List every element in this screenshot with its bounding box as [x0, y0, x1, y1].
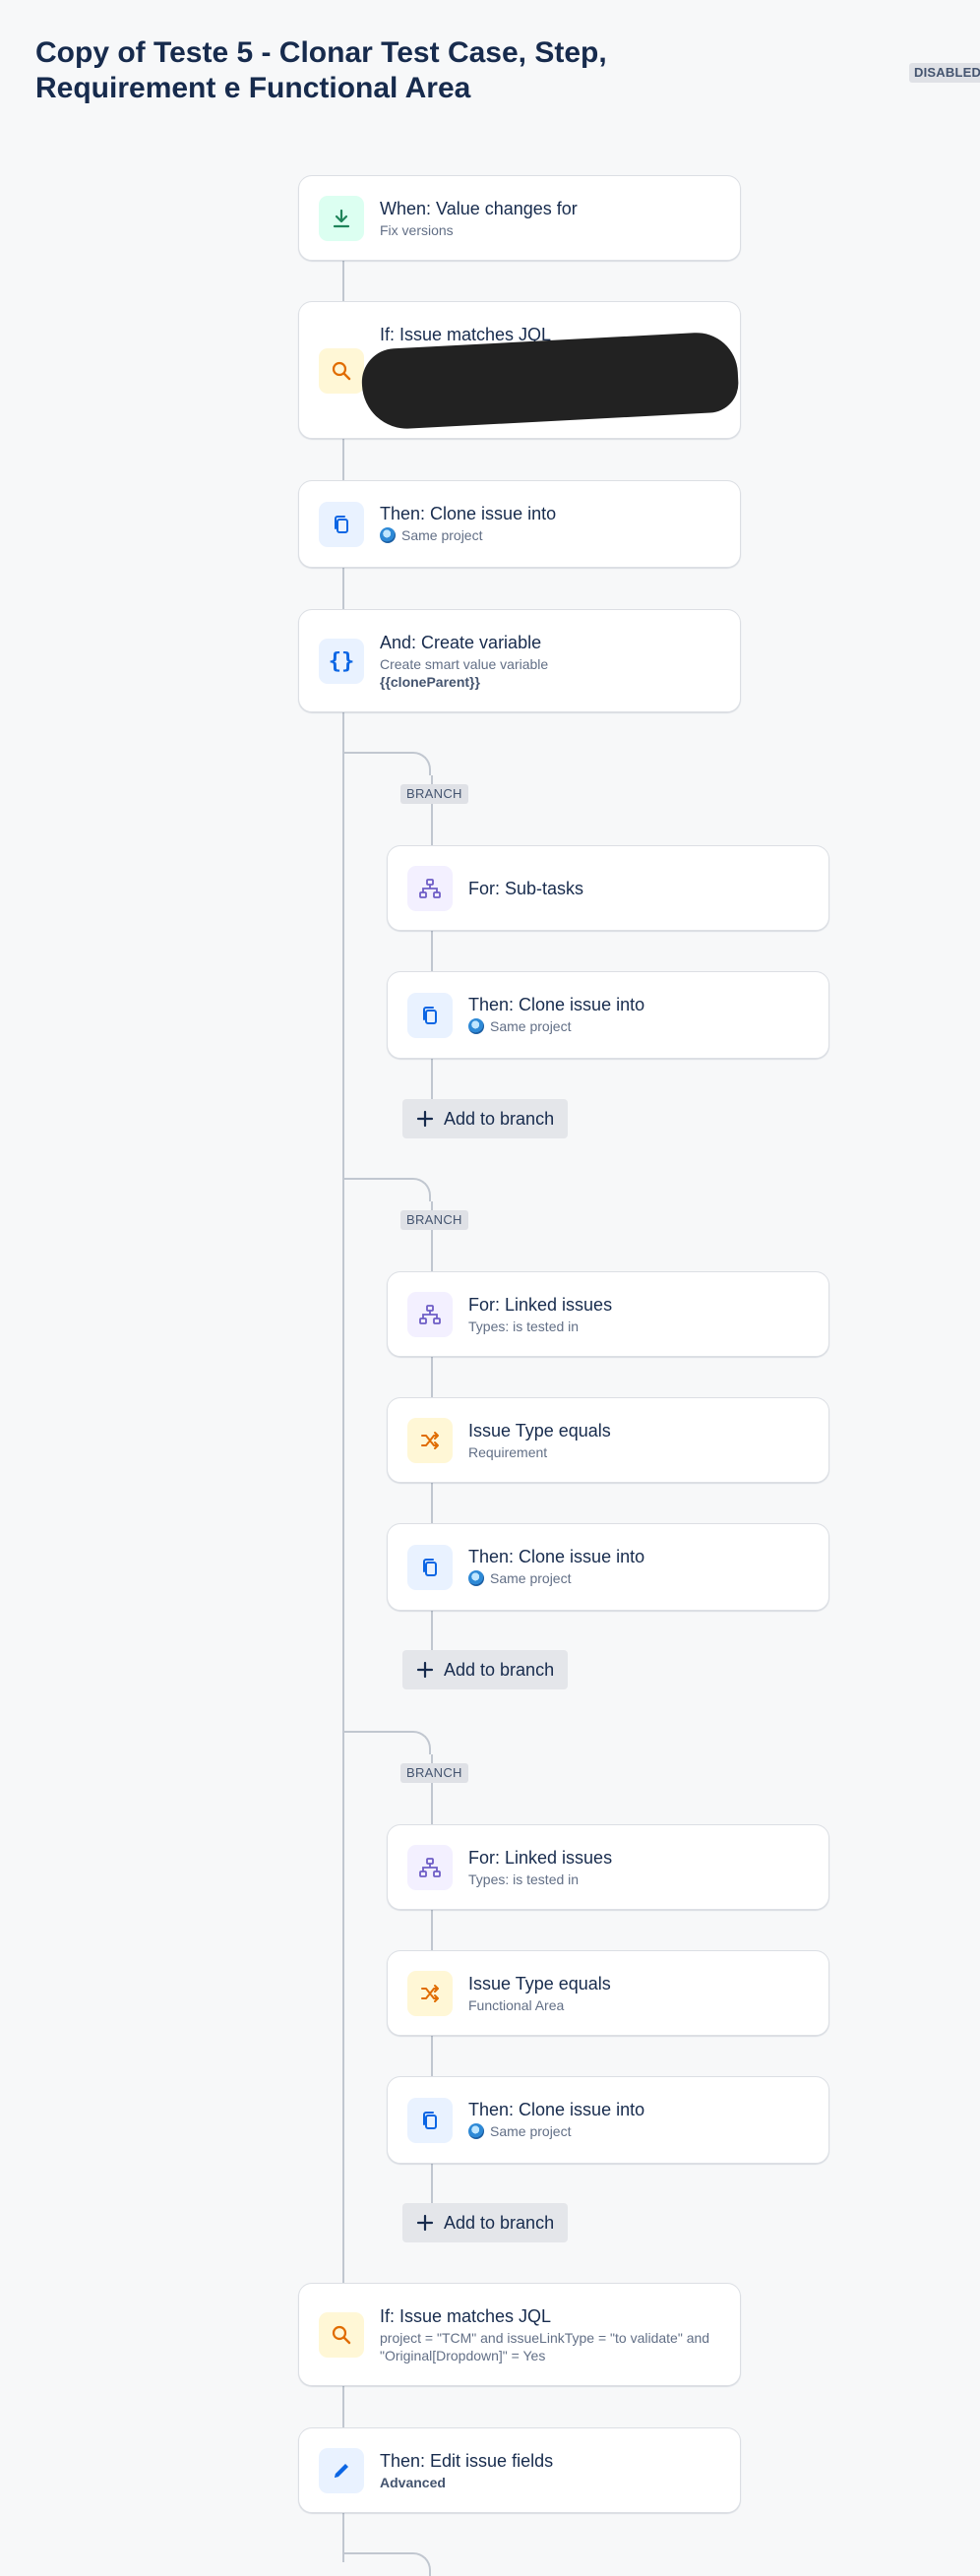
add-to-branch-button[interactable]: Add to branch — [402, 2203, 569, 2242]
add-to-branch-button[interactable]: Add to branch — [402, 1099, 569, 1138]
clone-subtitle: Same project — [401, 527, 483, 543]
branch-clone-card[interactable]: Then: Clone issue into Same project — [387, 2076, 829, 2164]
branch-4-curve — [344, 2552, 431, 2576]
edit-title: Then: Edit issue fields — [380, 2451, 554, 2471]
branch-clone-subtitle: Same project — [490, 1570, 572, 1586]
issue-type-condition-card[interactable]: Issue Type equals Requirement — [387, 1397, 829, 1483]
download-arrow-icon — [319, 196, 364, 241]
branch-1-curve — [344, 752, 431, 775]
issue-type-subtitle: Functional Area — [468, 1997, 565, 2013]
pencil-icon — [319, 2448, 364, 2493]
trigger-card[interactable]: When: Value changes for Fix versions — [298, 175, 741, 261]
branch-clone-title: Then: Clone issue into — [468, 1547, 645, 1566]
branch-for-title: For: Linked issues — [468, 1848, 613, 1868]
search-icon — [319, 2312, 364, 2358]
branch-label: BRANCH — [400, 1210, 468, 1230]
branch-for-subtitle: Types: is tested in — [468, 1319, 580, 1334]
add-to-branch-button[interactable]: Add to branch — [402, 1650, 569, 1689]
branch-clone-card[interactable]: Then: Clone issue into Same project — [387, 1523, 829, 1611]
branch-clone-title: Then: Clone issue into — [468, 995, 645, 1014]
clone-icon — [407, 993, 453, 1038]
variable-subtitle: Create smart value variable — [380, 656, 549, 672]
branch-clone-title: Then: Clone issue into — [468, 2100, 645, 2119]
project-avatar-icon — [468, 2123, 484, 2139]
trigger-subtitle: Fix versions — [380, 222, 454, 238]
clone-icon — [407, 1545, 453, 1590]
edit-fields-card[interactable]: Then: Edit issue fields Advanced — [298, 2427, 741, 2513]
clone-icon — [407, 2098, 453, 2143]
add-to-branch-label: Add to branch — [444, 1659, 555, 1680]
page-title: Copy of Teste 5 - Clonar Test Case, Step… — [35, 36, 607, 104]
branch-clone-subtitle: Same project — [490, 1018, 572, 1034]
branch-1-connector — [431, 775, 433, 1114]
main-connector — [342, 260, 344, 2562]
branch-for-subtitle: Types: is tested in — [468, 1871, 580, 1887]
issue-type-title: Issue Type equals — [468, 1421, 611, 1441]
clone-title: Then: Clone issue into — [380, 504, 557, 523]
condition-subtitle: project = "TCM" and issueLinkType = "to … — [380, 2330, 710, 2363]
issue-type-condition-card[interactable]: Issue Type equals Functional Area — [387, 1950, 829, 2036]
issue-type-subtitle: Requirement — [468, 1444, 548, 1460]
curly-braces-icon: {} — [319, 639, 364, 684]
plus-icon — [416, 2214, 434, 2232]
condition-jql-card[interactable]: If: Issue matches JQL project = "TCM" an… — [298, 2283, 741, 2386]
project-avatar-icon — [468, 1570, 484, 1586]
clone-icon — [319, 502, 364, 547]
plus-icon — [416, 1110, 434, 1128]
branch-2-curve — [344, 1178, 431, 1201]
hierarchy-icon — [407, 866, 453, 911]
branch-for-title: For: Linked issues — [468, 1295, 613, 1315]
branch-3-curve — [344, 1731, 431, 1754]
add-to-branch-label: Add to branch — [444, 1108, 555, 1129]
status-badge: DISABLED — [909, 63, 980, 83]
add-to-branch-label: Add to branch — [444, 2212, 555, 2233]
branch-label: BRANCH — [400, 1763, 468, 1783]
branch-clone-card[interactable]: Then: Clone issue into Same project — [387, 971, 829, 1059]
branch-for-card[interactable]: For: Sub-tasks — [387, 845, 829, 931]
project-avatar-icon — [380, 527, 396, 543]
condition-title: If: Issue matches JQL — [380, 2306, 552, 2326]
shuffle-icon — [407, 1418, 453, 1463]
branch-clone-subtitle: Same project — [490, 2123, 572, 2139]
search-icon — [319, 348, 364, 394]
issue-type-title: Issue Type equals — [468, 1974, 611, 1993]
trigger-title: When: Value changes for — [380, 199, 578, 218]
hierarchy-icon — [407, 1292, 453, 1337]
edit-subtitle: Advanced — [380, 2475, 446, 2490]
branch-for-card[interactable]: For: Linked issues Types: is tested in — [387, 1271, 829, 1357]
create-variable-card[interactable]: {} And: Create variable Create smart val… — [298, 609, 741, 712]
branch-label: BRANCH — [400, 784, 468, 804]
branch-for-card[interactable]: For: Linked issues Types: is tested in — [387, 1824, 829, 1910]
hierarchy-icon — [407, 1845, 453, 1890]
clone-issue-card[interactable]: Then: Clone issue into Same project — [298, 480, 741, 568]
variable-name: {{cloneParent}} — [380, 674, 480, 690]
plus-icon — [416, 1661, 434, 1679]
project-avatar-icon — [468, 1018, 484, 1034]
branch-for-title: For: Sub-tasks — [468, 879, 584, 898]
shuffle-icon — [407, 1971, 453, 2016]
variable-title: And: Create variable — [380, 633, 542, 652]
